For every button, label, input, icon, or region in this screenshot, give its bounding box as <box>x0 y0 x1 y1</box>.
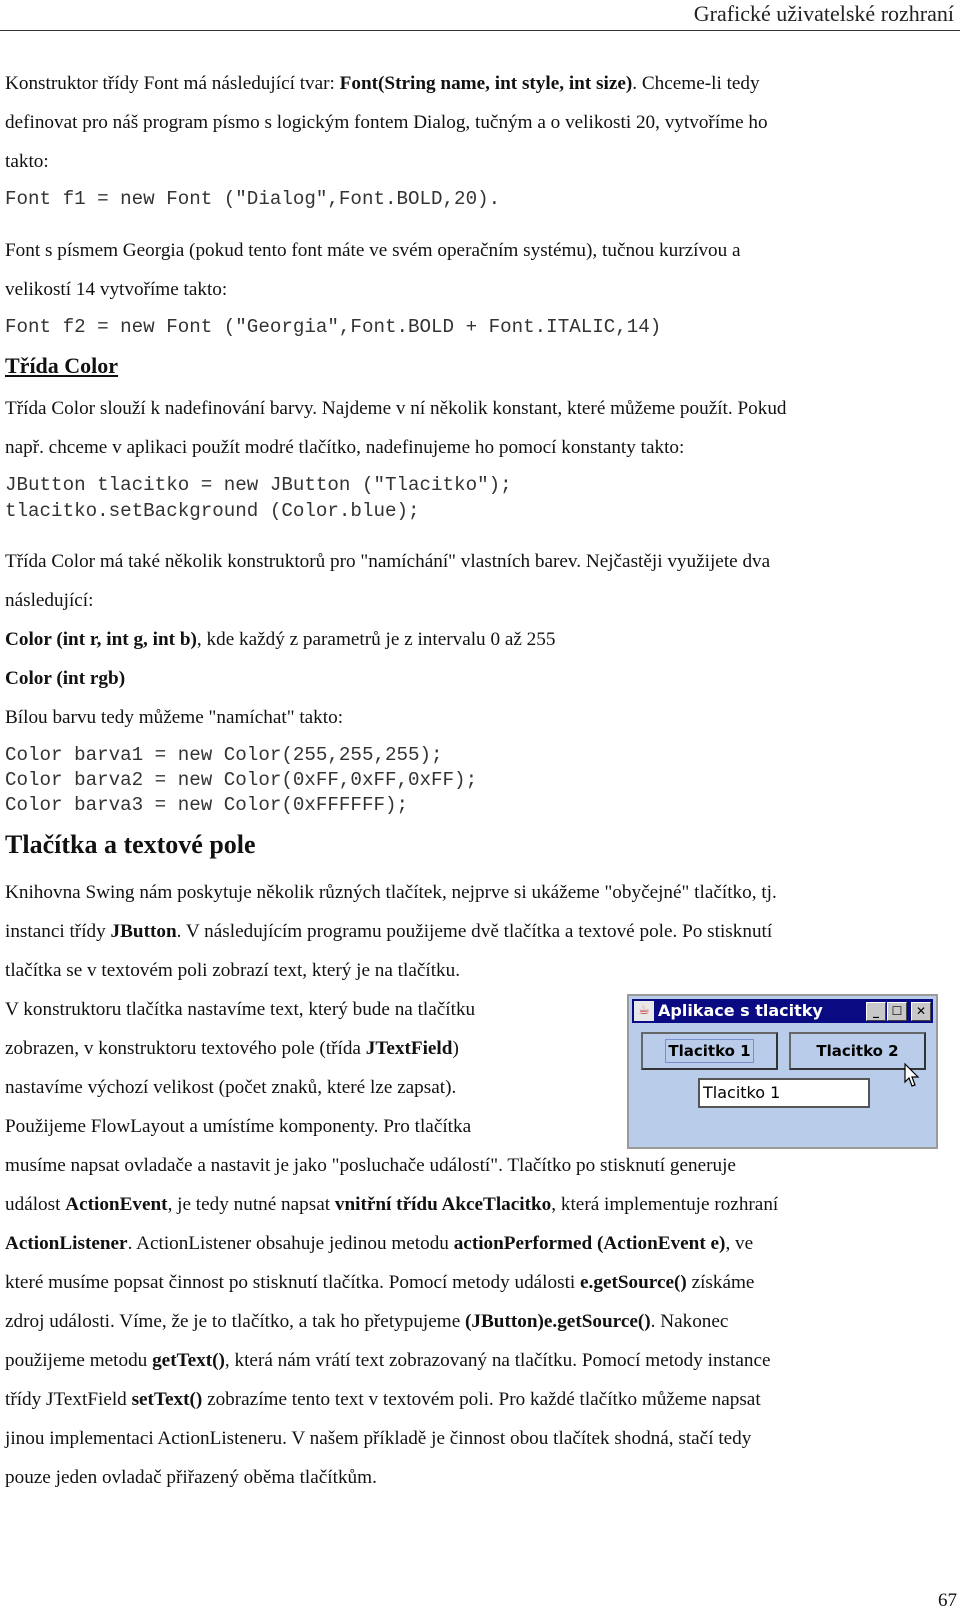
bold-text: Color (int rgb) <box>5 668 126 689</box>
paragraph-line: událost ActionEvent, je tedy nutné napsa… <box>5 1185 778 1224</box>
bold-text: ActionEvent <box>65 1194 168 1215</box>
paragraph-line: Color (int rgb) <box>5 659 125 698</box>
bold-text: JButton <box>110 921 177 942</box>
section-heading-color: Třída Color <box>5 353 119 378</box>
code-line: tlacitko.setBackground (Color.blue); <box>5 500 420 522</box>
paragraph-line: ActionListener. ActionListener obsahuje … <box>5 1224 753 1263</box>
text: zdroj události. Víme, že je to tlačítko,… <box>5 1311 466 1332</box>
paragraph-line: Použijeme FlowLayout a umístíme komponen… <box>5 1116 472 1137</box>
window-title: Aplikace s tlacitky <box>658 1001 823 1020</box>
maximize-button[interactable]: ☐ <box>887 1002 907 1021</box>
paragraph-line: Třída Color má také několik konstruktorů… <box>5 551 771 572</box>
bold-text: getText() <box>152 1350 225 1371</box>
page-header: Grafické uživatelské rozhraní <box>0 0 960 31</box>
bold-text: Font(String name, int style, int size) <box>339 73 633 94</box>
bold-text: setText() <box>131 1389 203 1410</box>
button-label: Tlacitko 1 <box>665 1039 754 1063</box>
paragraph-line: Konstruktor třídy Font má následující tv… <box>5 64 760 103</box>
text: které musíme popsat činnost po stisknutí… <box>5 1272 581 1293</box>
text: . ActionListener obsahuje jedinou metodu <box>127 1233 454 1254</box>
page-number: 67 <box>938 1590 957 1611</box>
text: , která nám vrátí text zobrazovaný na tl… <box>224 1350 771 1371</box>
code-line: Font f1 = new Font ("Dialog",Font.BOLD,2… <box>5 188 501 210</box>
mouse-pointer-icon <box>904 1063 920 1087</box>
paragraph-line: které musíme popsat činnost po stisknutí… <box>5 1263 754 1302</box>
tlacitko-1-button[interactable]: Tlacitko 1 <box>641 1032 778 1070</box>
text: událost <box>5 1194 66 1215</box>
paragraph-line: Color (int r, int g, int b), kde každý z… <box>5 620 555 659</box>
minimize-button[interactable]: _ <box>866 1002 886 1021</box>
bold-text: ActionListener <box>5 1233 128 1254</box>
bold-text: e.getSource() <box>580 1272 687 1293</box>
paragraph-line: Knihovna Swing nám poskytuje několik růz… <box>5 882 777 903</box>
section-heading-buttons: Tlačítka a textové pole <box>5 830 256 859</box>
text: zobrazíme tento text v textovém poli. Pr… <box>202 1389 761 1410</box>
paragraph-line: třídy JTextField setText() zobrazíme ten… <box>5 1380 761 1419</box>
paragraph-line: musíme napsat ovladače a nastavit je jak… <box>5 1155 736 1176</box>
paragraph-line: jinou implementaci ActionListeneru. V na… <box>5 1428 752 1449</box>
swing-window-screenshot: ☕ Aplikace s tlacitky _ ☐ ✕ Tlacitko 1 T… <box>627 994 938 1149</box>
button-label: Tlacitko 2 <box>816 1042 899 1060</box>
code-line: Font f2 = new Font ("Georgia",Font.BOLD … <box>5 316 662 338</box>
paragraph-line: instanci třídy JButton. V následujícím p… <box>5 912 772 951</box>
paragraph-line: takto: <box>5 151 49 172</box>
text: ) <box>452 1038 459 1059</box>
code-line: Color barva3 = new Color(0xFFFFFF); <box>5 794 409 816</box>
code-line: Color barva1 = new Color(255,255,255); <box>5 744 443 766</box>
paragraph-line: pouze jeden ovladač přiřazený oběma tlač… <box>5 1467 377 1488</box>
paragraph-line: Třída Color slouží k nadefinování barvy.… <box>5 398 787 419</box>
code-line: JButton tlacitko = new JButton ("Tlacitk… <box>5 474 512 496</box>
text: získáme <box>686 1272 755 1293</box>
text: . V následujícím programu použijeme dvě … <box>176 921 773 942</box>
paragraph-line: nastavíme výchozí velikost (počet znaků,… <box>5 1077 457 1098</box>
text: zobrazen, v konstruktoru textového pole … <box>5 1038 366 1059</box>
bold-text: vnitřní třídu AkceTlacitko <box>334 1194 552 1215</box>
window-title-bar: ☕ Aplikace s tlacitky _ ☐ ✕ <box>632 999 933 1023</box>
text: Konstruktor třídy Font má následující tv… <box>5 73 340 94</box>
text: . Chceme-li tedy <box>632 73 760 94</box>
text: použijeme metodu <box>5 1350 153 1371</box>
text: , která implementuje rozhraní <box>551 1194 779 1215</box>
close-button[interactable]: ✕ <box>911 1002 931 1021</box>
paragraph-line: definovat pro náš program písmo s logick… <box>5 112 768 133</box>
text-field[interactable]: Tlacitko 1 <box>698 1078 870 1108</box>
bold-text: actionPerformed (ActionEvent e) <box>453 1233 726 1254</box>
paragraph-line: velikostí 14 vytvoříme takto: <box>5 279 228 300</box>
paragraph-line: zobrazen, v konstruktoru textového pole … <box>5 1029 459 1068</box>
bold-text: (JButton)e.getSource() <box>465 1311 651 1332</box>
paragraph-line: tlačítka se v textovém poli zobrazí text… <box>5 960 461 981</box>
text: instanci třídy <box>5 921 111 942</box>
bold-text: Color (int r, int g, int b) <box>5 629 197 650</box>
paragraph-line: Font s písmem Georgia (pokud tento font … <box>5 240 741 261</box>
text: , ve <box>725 1233 754 1254</box>
paragraph-line: zdroj události. Víme, že je to tlačítko,… <box>5 1302 728 1341</box>
paragraph-line: použijeme metodu getText(), která nám vr… <box>5 1341 771 1380</box>
bold-text: JTextField <box>365 1038 453 1059</box>
paragraph-line: V konstruktoru tlačítka nastavíme text, … <box>5 999 476 1020</box>
code-line: Color barva2 = new Color(0xFF,0xFF,0xFF)… <box>5 769 478 791</box>
paragraph-line: následující: <box>5 590 94 611</box>
java-cup-icon: ☕ <box>634 1001 654 1021</box>
header-title: Grafické uživatelské rozhraní <box>693 1 954 26</box>
text: třídy JTextField <box>5 1389 132 1410</box>
paragraph-line: Bílou barvu tedy můžeme "namíchat" takto… <box>5 707 344 728</box>
text: , kde každý z parametrů je z intervalu 0… <box>196 629 556 650</box>
text: , je tedy nutné napsat <box>167 1194 335 1215</box>
text: . Nakonec <box>650 1311 729 1332</box>
paragraph-line: např. chceme v aplikaci použít modré tla… <box>5 437 685 458</box>
